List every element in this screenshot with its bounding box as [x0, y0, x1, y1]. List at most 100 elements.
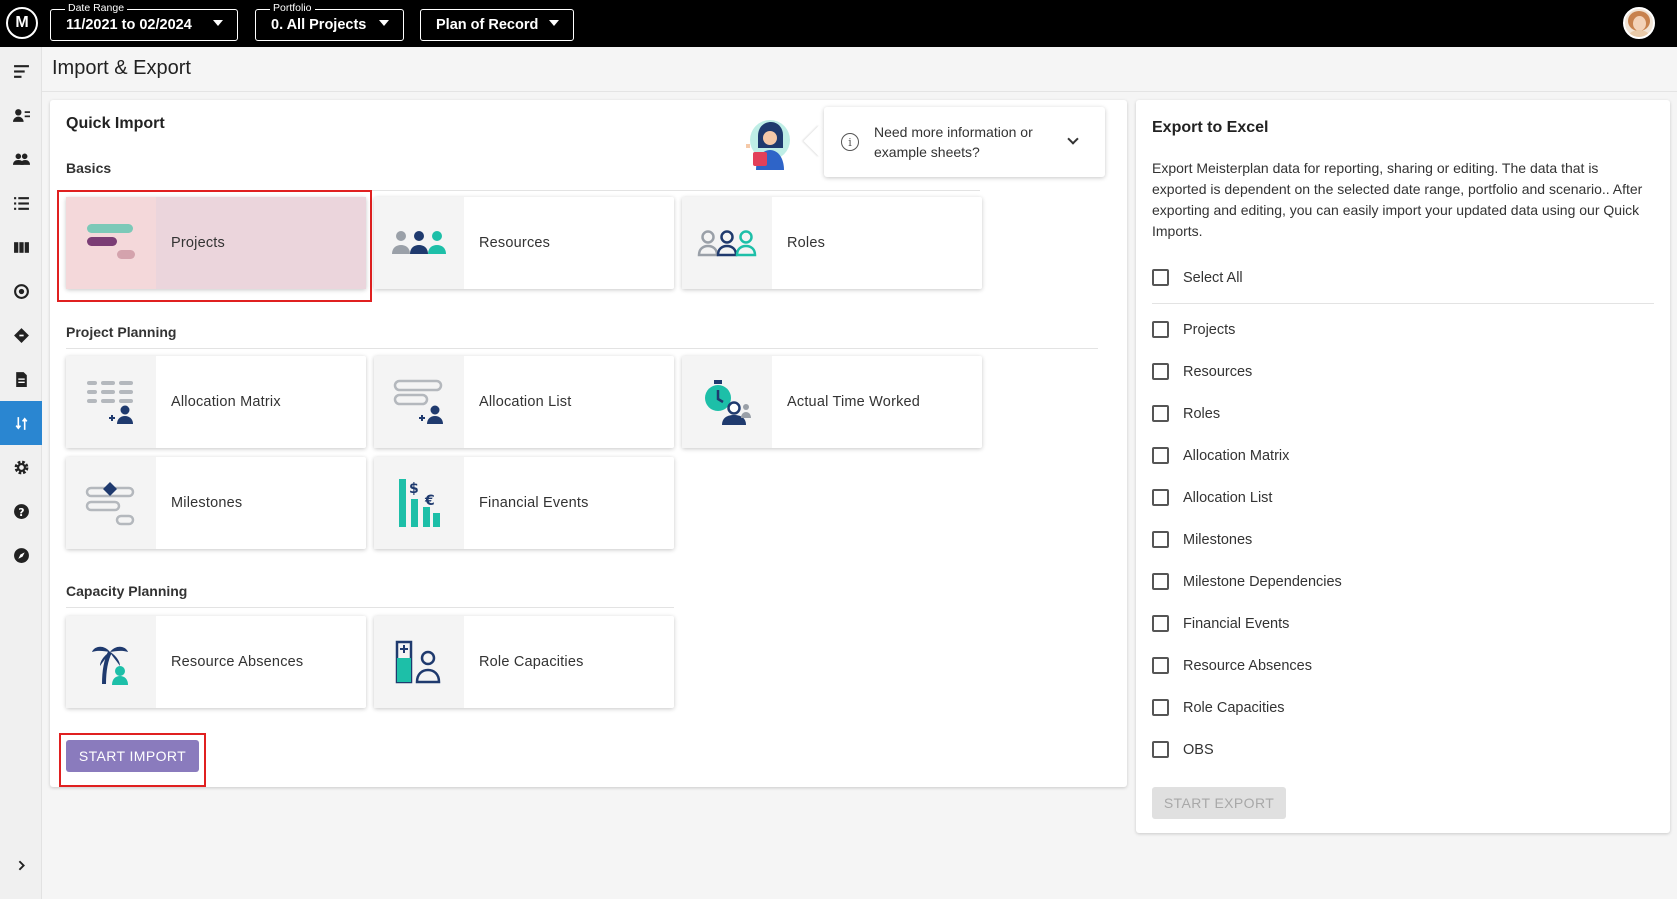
tile-resources[interactable]: Resources: [374, 197, 674, 289]
export-description: Export Meisterplan data for reporting, s…: [1152, 160, 1643, 239]
section-capacity-planning: Capacity Planning: [66, 583, 188, 599]
person-list-icon[interactable]: [0, 93, 42, 137]
page-title: Import & Export: [52, 57, 191, 79]
svg-text:€: €: [424, 493, 435, 509]
checkbox[interactable]: [1152, 321, 1169, 338]
list-icon[interactable]: [0, 181, 42, 225]
export-option-role-capacities[interactable]: Role Capacities: [1152, 699, 1285, 716]
chevron-right-icon[interactable]: [0, 843, 42, 887]
export-option-financial-events[interactable]: Financial Events: [1152, 615, 1289, 632]
checkbox-label: Milestones: [1183, 531, 1253, 548]
diamond-icon[interactable]: [0, 313, 42, 357]
tile-actual-time-worked[interactable]: Actual Time Worked: [682, 356, 982, 448]
tile-role-capacities[interactable]: Role Capacities: [374, 616, 674, 708]
roles-icon: [682, 197, 772, 289]
checkbox-label: Resources: [1183, 363, 1253, 380]
tile-allocation-list[interactable]: Allocation List: [374, 356, 674, 448]
checkbox-label: Roles: [1183, 405, 1221, 422]
role-capacities-icon: [374, 616, 464, 708]
chevron-down-icon[interactable]: [1067, 133, 1079, 145]
checkbox[interactable]: [1152, 363, 1169, 380]
document-icon[interactable]: [0, 357, 42, 401]
allocation-matrix-icon: [66, 356, 156, 448]
export-divider: [1152, 303, 1654, 304]
user-avatar[interactable]: [1623, 7, 1655, 39]
tile-allocation-matrix[interactable]: Allocation Matrix: [66, 356, 366, 448]
columns-icon[interactable]: [0, 225, 42, 269]
checkbox[interactable]: [1152, 269, 1169, 286]
export-option-allocation-matrix[interactable]: Allocation Matrix: [1152, 447, 1289, 464]
palm-tree-person-icon: [66, 616, 156, 708]
scenario-value: Plan of Record: [436, 17, 539, 33]
chevron-down-icon: [379, 20, 389, 26]
checkbox[interactable]: [1152, 657, 1169, 674]
export-option-obs[interactable]: OBS: [1152, 741, 1214, 758]
highlight-box: [59, 733, 206, 787]
checkbox-label: Allocation Matrix: [1183, 447, 1290, 464]
top-bar: M Date Range 11/2021 to 02/2024 Portfoli…: [0, 0, 1677, 47]
tile-label: Resources: [479, 235, 551, 251]
tile-financial-events[interactable]: $ € Financial Events: [374, 457, 674, 549]
stopwatch-person-icon: [682, 356, 772, 448]
menu-icon[interactable]: [0, 49, 42, 93]
portfolio-select[interactable]: Portfolio 0. All Projects: [255, 2, 404, 41]
app-logo[interactable]: M: [6, 7, 38, 39]
tile-label: Roles: [787, 235, 826, 251]
checkbox[interactable]: [1152, 615, 1169, 632]
export-option-milestones[interactable]: Milestones: [1152, 531, 1252, 548]
tile-label: Allocation List: [479, 394, 572, 410]
date-range-value: 11/2021 to 02/2024: [66, 17, 192, 33]
portfolio-label: Portfolio: [270, 2, 315, 14]
tile-milestones[interactable]: Milestones: [66, 457, 366, 549]
checkbox[interactable]: [1152, 489, 1169, 506]
compass-icon[interactable]: [0, 533, 42, 577]
help-text: Need more information or example sheets?: [874, 124, 1033, 160]
checkbox-label: Projects: [1183, 321, 1236, 338]
tile-label: Financial Events: [479, 495, 589, 511]
help-icon[interactable]: ?: [0, 489, 42, 533]
checkbox[interactable]: [1152, 741, 1169, 758]
checkbox-label: OBS: [1183, 741, 1214, 758]
export-option-resource-absences[interactable]: Resource Absences: [1152, 657, 1312, 674]
tile-roles[interactable]: Roles: [682, 197, 982, 289]
export-title: Export to Excel: [1152, 119, 1269, 136]
section-project-planning: Project Planning: [66, 324, 177, 340]
quick-import-title: Quick Import: [66, 115, 165, 132]
checkbox-label: Allocation List: [1183, 489, 1273, 506]
export-option-resources[interactable]: Resources: [1152, 363, 1252, 380]
checkbox[interactable]: [1152, 531, 1169, 548]
checkbox-label: Resource Absences: [1183, 657, 1312, 674]
export-option-projects[interactable]: Projects: [1152, 321, 1235, 338]
export-option-allocation-list[interactable]: Allocation List: [1152, 489, 1272, 506]
import-export-icon[interactable]: [0, 401, 42, 445]
date-range-select[interactable]: Date Range 11/2021 to 02/2024: [50, 2, 238, 41]
start-export-button[interactable]: START EXPORT: [1152, 787, 1286, 819]
tile-label: Resource Absences: [171, 654, 304, 670]
checkbox[interactable]: [1152, 573, 1169, 590]
section-divider: [66, 607, 674, 608]
tile-label: Milestones: [171, 495, 243, 511]
export-option-roles[interactable]: Roles: [1152, 405, 1220, 422]
target-icon[interactable]: [0, 269, 42, 313]
svg-text:$: $: [409, 481, 419, 497]
export-option-milestone-dependencies[interactable]: Milestone Dependencies: [1152, 573, 1342, 590]
svg-text:?: ?: [18, 505, 24, 518]
gear-icon[interactable]: [0, 445, 42, 489]
section-divider: [66, 348, 1098, 349]
info-icon: i: [841, 133, 859, 151]
help-info-box[interactable]: i Need more information or example sheet…: [824, 107, 1105, 177]
scenario-select[interactable]: Plan of Record: [420, 9, 574, 41]
checkbox[interactable]: [1152, 699, 1169, 716]
checkbox-label: Select All: [1183, 269, 1243, 286]
checkbox-label: Milestone Dependencies: [1183, 573, 1342, 590]
checkbox[interactable]: [1152, 405, 1169, 422]
highlight-box: [57, 190, 372, 302]
allocation-list-icon: [374, 356, 464, 448]
select-all-checkbox[interactable]: Select All: [1152, 269, 1243, 286]
people-icon[interactable]: [0, 137, 42, 181]
financial-events-icon: $ €: [374, 457, 464, 549]
chevron-down-icon: [213, 20, 223, 26]
checkbox[interactable]: [1152, 447, 1169, 464]
tile-resource-absences[interactable]: Resource Absences: [66, 616, 366, 708]
support-person-illustration: [746, 120, 790, 170]
